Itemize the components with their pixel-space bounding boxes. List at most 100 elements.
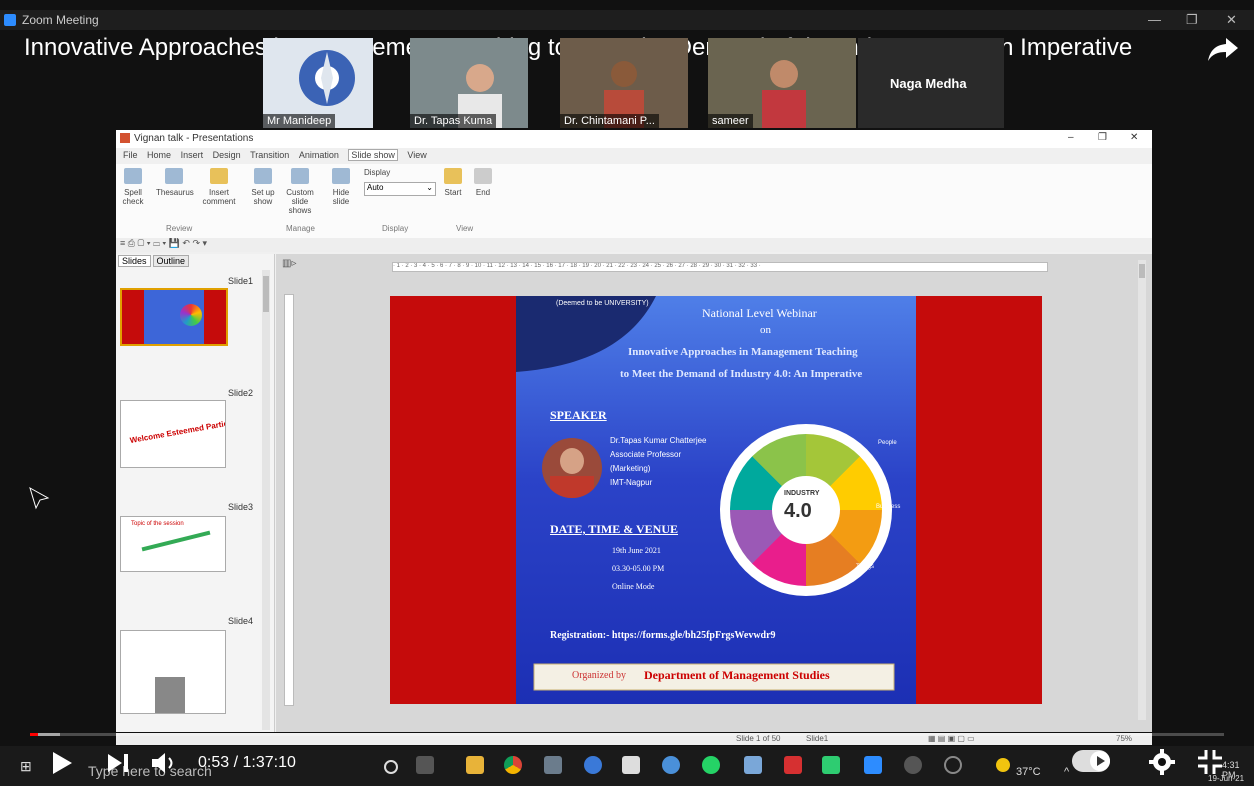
editor-scrollbar-thumb[interactable] [1139, 264, 1145, 278]
group-manage: Manage [286, 224, 315, 233]
slide-thumbnail-1[interactable] [120, 288, 228, 346]
menu-view[interactable]: View [407, 150, 426, 160]
tab-outline[interactable]: Outline [152, 255, 190, 267]
group-review: Review [166, 224, 193, 233]
custom-slide-shows-button[interactable]: Custom slide shows [282, 168, 318, 215]
participant-name: Naga Medha [890, 76, 967, 91]
slide-label: Slide1 [228, 276, 254, 286]
volume-icon[interactable] [150, 752, 182, 774]
set-up-show-button[interactable]: Set up show [248, 168, 278, 206]
wheel-center-value: 4.0 [784, 500, 812, 522]
organizer-dept: Department of Management Studies [644, 668, 830, 682]
university-text: (Deemed to be UNIVERSITY) [556, 300, 649, 307]
horizontal-ruler: · 1 · 2 · 3 · 4 · 5 · 6 · 7 · 8 · 9 · 10… [392, 262, 1048, 272]
wheel-center-label: INDUSTRY [784, 490, 820, 497]
slides-panel-scrollbar[interactable] [262, 270, 270, 730]
presentation-window: Vignan talk - Presentations – ❐ ✕ File H… [116, 130, 1152, 732]
menu-home[interactable]: Home [147, 150, 171, 160]
end-button[interactable]: End [468, 168, 498, 197]
ppt-minimize-icon[interactable]: – [1068, 132, 1074, 143]
group-view: View [456, 224, 474, 233]
hide-slide-icon [332, 168, 350, 184]
ribbon: Spell check Thesaurus Insert comment Set… [116, 164, 1152, 239]
speaker-name: Dr.Tapas Kumar Chatterjee [610, 436, 707, 445]
registration-text: Registration:- https://forms.gle/bh25fpF… [550, 630, 776, 641]
play-icon[interactable] [50, 750, 74, 776]
slide3-line [141, 530, 211, 552]
menu-animation[interactable]: Animation [299, 150, 339, 160]
start-button[interactable]: Start [438, 168, 468, 197]
ppt-window-title: Vignan talk - Presentations [134, 133, 254, 144]
layout-icon[interactable]: ▥▹ [282, 258, 296, 269]
current-slide[interactable]: (Deemed to be UNIVERSITY) National Level… [390, 296, 1042, 704]
menu-file[interactable]: File [123, 150, 138, 160]
insert-comment-button[interactable]: Insert comment [202, 168, 236, 206]
speaker-org: IMT-Nagpur [610, 478, 653, 487]
zoom-window-title: Zoom Meeting [22, 13, 99, 27]
wheel-label-people: People [878, 440, 897, 446]
event-time: 03.30-05.00 PM [612, 564, 665, 573]
participant-name: Dr. Tapas Kuma [410, 114, 497, 128]
tab-slides[interactable]: Slides [118, 255, 151, 267]
ppt-close-icon[interactable]: ✕ [1130, 132, 1138, 143]
maximize-icon[interactable]: ❐ [1186, 12, 1198, 28]
time-display: 0:53 / 1:37:10 [198, 754, 296, 771]
quick-access-icons[interactable]: ≡ ⎙ ▢ ▾ ▭ ▾ 💾 ↶ ↷ ▾ [120, 238, 207, 248]
menu-bar: File Home Insert Design Transition Anima… [116, 149, 427, 164]
minimize-icon[interactable]: — [1148, 12, 1161, 27]
industry-wheel: INDUSTRY 4.0 [720, 424, 892, 596]
slide-heading-2: on [760, 324, 771, 336]
next-icon[interactable] [106, 752, 130, 774]
date-time-venue-label: DATE, TIME & VENUE [550, 522, 679, 536]
participant-name: Dr. Chintamani P... [560, 114, 659, 128]
panel-tabs: Slides Outline [118, 255, 191, 267]
quick-access-toolbar: ≡ ⎙ ▢ ▾ ▭ ▾ 💾 ↶ ↷ ▾ [116, 238, 1152, 252]
hide-slide-button[interactable]: Hide slide [326, 168, 356, 206]
slide-thumbnail-3[interactable]: Topic of the session [120, 516, 226, 572]
slide-thumbnail-2[interactable]: Welcome Esteemed Participants ! [120, 400, 226, 468]
close-icon[interactable]: ✕ [1226, 12, 1237, 28]
speaker-face [560, 448, 584, 474]
exit-fullscreen-icon[interactable] [1196, 748, 1224, 776]
vertical-ruler [284, 294, 294, 706]
wheel-label-things: Things [856, 564, 875, 570]
menu-insert[interactable]: Insert [181, 150, 204, 160]
menu-slide-show[interactable]: Slide show [348, 149, 398, 161]
spell-check-button[interactable]: Spell check [118, 168, 148, 206]
participant-tile: Dr. Tapas Kuma [410, 38, 528, 128]
speaker-role: Associate Professor [610, 450, 682, 459]
ppt-title-bar: Vignan talk - Presentations – ❐ ✕ [116, 130, 1152, 148]
settings-gear-icon[interactable] [1148, 748, 1176, 776]
menu-design[interactable]: Design [213, 150, 241, 160]
speaker-label: SPEAKER [550, 408, 607, 422]
end-icon [474, 168, 492, 184]
menu-transition[interactable]: Transition [250, 150, 289, 160]
slide3-text: Topic of the session [131, 521, 184, 527]
chevron-down-icon: ⌄ [426, 183, 433, 192]
participant-tile: sameer [708, 38, 856, 128]
autoplay-toggle[interactable] [1072, 750, 1110, 772]
participant-tile: Naga Medha [858, 38, 1004, 128]
custom-show-icon [291, 168, 309, 184]
organized-by-label: Organized by [572, 670, 626, 681]
video-progress-bar[interactable] [30, 733, 1224, 736]
slide-thumbnail-4[interactable] [120, 630, 226, 714]
display-select[interactable]: Auto ⌄ [364, 182, 436, 196]
setup-show-icon [254, 168, 272, 184]
video-controls: 0:53 / 1:37:10 [0, 740, 1254, 786]
thumb-person [155, 677, 185, 713]
speaker-dept: (Marketing) [610, 464, 651, 473]
slide-label: Slide3 [228, 502, 254, 512]
ppt-restore-icon[interactable]: ❐ [1098, 132, 1107, 143]
scrollbar-thumb[interactable] [263, 276, 269, 312]
slide2-text: Welcome Esteemed Participants ! [129, 414, 226, 446]
editor-scrollbar[interactable] [1138, 260, 1146, 720]
presentation-app-icon [120, 133, 130, 143]
start-icon [444, 168, 462, 184]
share-icon[interactable] [1206, 34, 1240, 64]
slide-editor: ▥▹ · 1 · 2 · 3 · 4 · 5 · 6 · 7 · 8 · 9 ·… [276, 254, 1152, 732]
slide-heading-1: National Level Webinar [702, 306, 817, 320]
thesaurus-button[interactable]: Thesaurus [156, 168, 194, 197]
comment-icon [210, 168, 228, 184]
slide-label: Slide2 [228, 388, 254, 398]
